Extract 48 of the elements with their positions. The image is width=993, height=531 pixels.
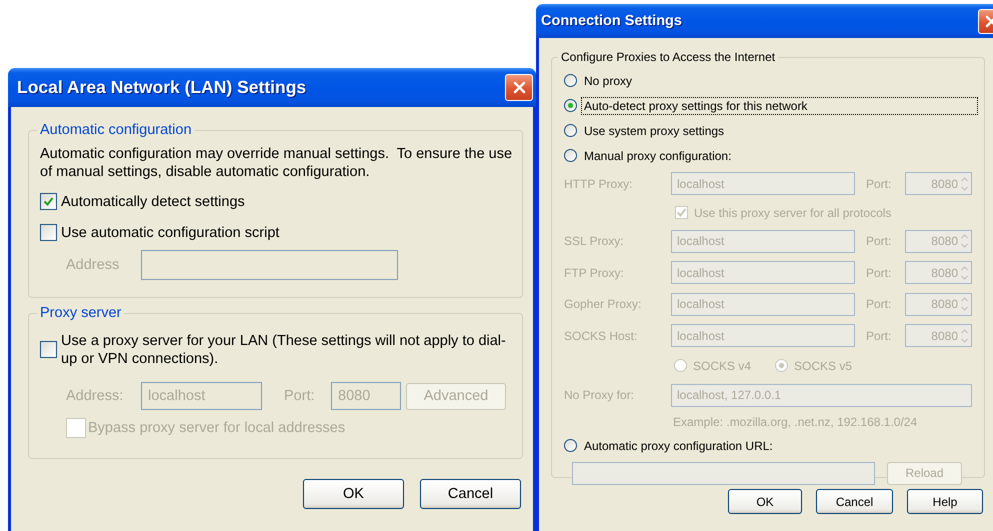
checkbox-label[interactable]: Automatically detect settings bbox=[61, 194, 245, 210]
group-label: Automatic configuration bbox=[39, 122, 193, 138]
description-text: Automatic configuration may override manual settings. To ensure the use of manual settings, disable automatic configuration. bbox=[40, 145, 514, 181]
dialog-button[interactable]: OK bbox=[728, 489, 802, 514]
field-label: Port: bbox=[866, 328, 892, 343]
radio-button[interactable] bbox=[564, 124, 577, 137]
window-title: Connection Settings bbox=[541, 13, 682, 29]
radio-button[interactable] bbox=[564, 74, 577, 87]
radio-label[interactable]: Auto-detect proxy settings for this network bbox=[581, 96, 978, 114]
radio-button[interactable] bbox=[564, 439, 577, 452]
radio-label[interactable]: Automatic proxy configuration URL: bbox=[581, 436, 978, 454]
checkbox-label[interactable]: Use a proxy server for your LAN (These settings will not apply to dial-up or VPN connections). bbox=[61, 332, 512, 368]
dialog-button[interactable]: Cancel bbox=[420, 479, 521, 509]
radio-label[interactable]: Use system proxy settings bbox=[581, 122, 978, 140]
dialog-button[interactable]: Cancel bbox=[816, 489, 893, 514]
field-label: Port: bbox=[284, 388, 316, 404]
field-label: Gopher Proxy: bbox=[564, 297, 642, 312]
field-label: HTTP Proxy: bbox=[564, 176, 632, 191]
checkbox[interactable] bbox=[40, 193, 57, 210]
field-label: FTP Proxy: bbox=[564, 266, 624, 280]
hint-text: Example: .mozilla.org, .net.nz, 192.168.1.0/24 bbox=[673, 415, 918, 429]
dialog-button[interactable]: OK bbox=[303, 479, 404, 509]
radio-button[interactable] bbox=[564, 149, 577, 162]
radio-label[interactable]: No proxy bbox=[581, 72, 978, 90]
close-button[interactable] bbox=[505, 74, 533, 101]
dialog-button[interactable]: Help bbox=[907, 489, 983, 514]
field-label: Address bbox=[66, 257, 120, 273]
window-title: Local Area Network (LAN) Settings bbox=[17, 77, 306, 98]
close-icon bbox=[512, 81, 526, 94]
field-label: Port: bbox=[866, 234, 892, 248]
field-label: Port: bbox=[866, 176, 892, 191]
group-label: Configure Proxies to Access the Internet bbox=[560, 50, 776, 64]
checkbox[interactable] bbox=[40, 224, 57, 241]
check-icon bbox=[676, 207, 687, 218]
group-label: Proxy server bbox=[39, 305, 122, 321]
field-label: Port: bbox=[866, 297, 892, 312]
radio-dot-icon bbox=[567, 102, 574, 109]
checkbox[interactable] bbox=[40, 341, 57, 358]
field-label: No Proxy for: bbox=[564, 388, 634, 402]
field-label: SSL Proxy: bbox=[564, 234, 624, 248]
radio-label[interactable]: Manual proxy configuration: bbox=[581, 146, 978, 164]
field-label: Address: bbox=[66, 388, 124, 404]
field-label: Port: bbox=[866, 266, 892, 280]
radio-button[interactable] bbox=[564, 99, 577, 112]
radio-dot-icon bbox=[778, 362, 786, 369]
checkbox-label[interactable]: Use automatic configuration script bbox=[61, 224, 280, 240]
field-label: SOCKS Host: bbox=[564, 328, 638, 343]
check-icon bbox=[43, 196, 54, 207]
